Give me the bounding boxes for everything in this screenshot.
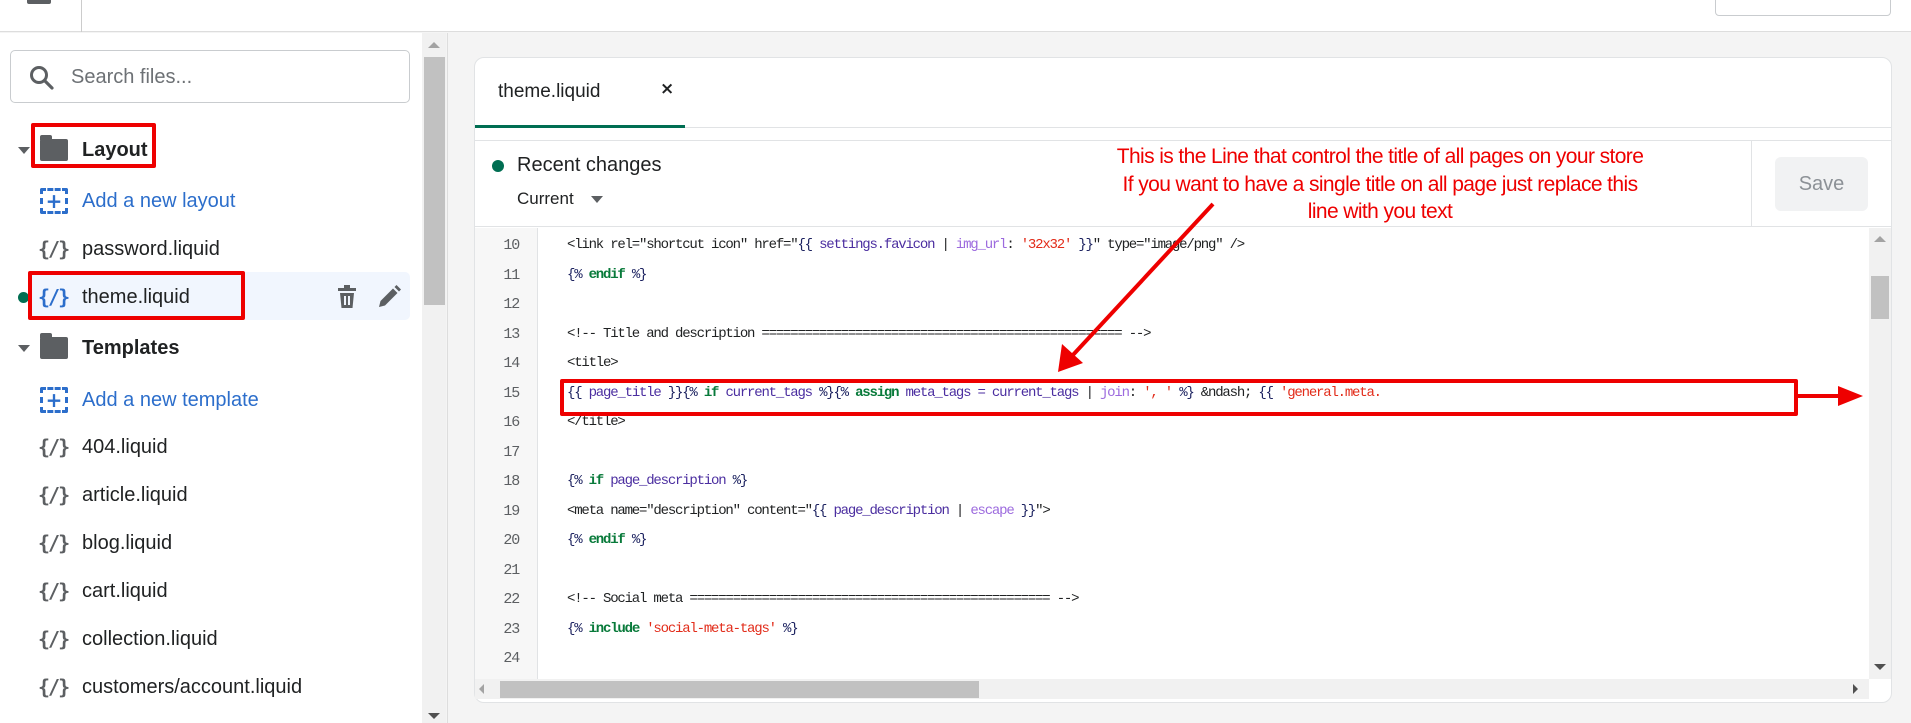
arrowhead-right-icon <box>1838 386 1863 406</box>
annotation-arrows <box>1058 202 1863 406</box>
arrow-icon <box>1070 202 1215 358</box>
